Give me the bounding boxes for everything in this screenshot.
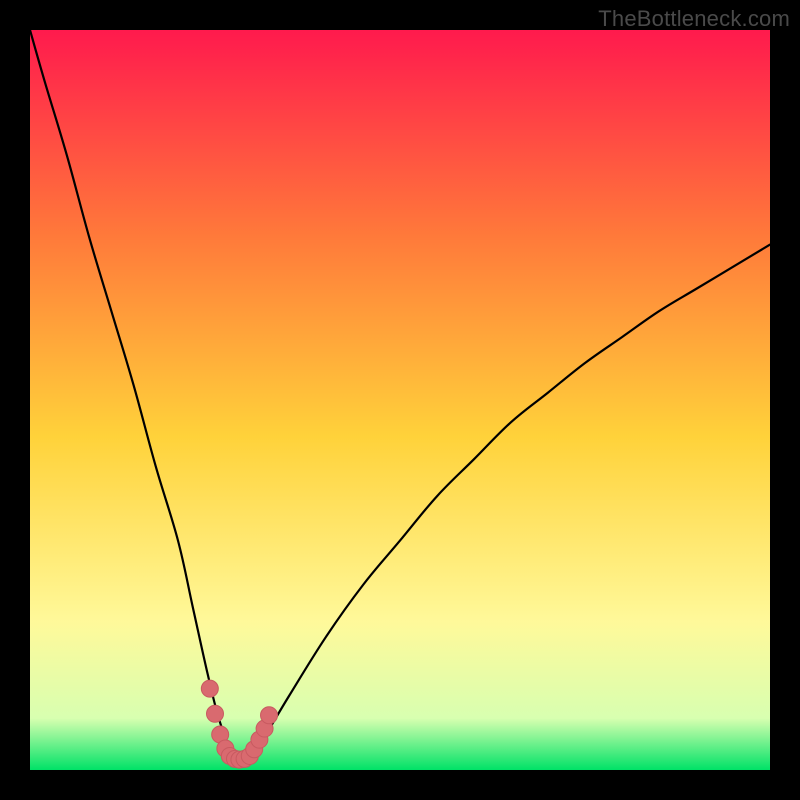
optimal-marker (207, 705, 224, 722)
plot-area (30, 30, 770, 770)
bottleneck-chart (30, 30, 770, 770)
gradient-background (30, 30, 770, 770)
optimal-marker (201, 680, 218, 697)
watermark-text: TheBottleneck.com (598, 6, 790, 32)
chart-frame: TheBottleneck.com (0, 0, 800, 800)
optimal-marker (261, 707, 278, 724)
